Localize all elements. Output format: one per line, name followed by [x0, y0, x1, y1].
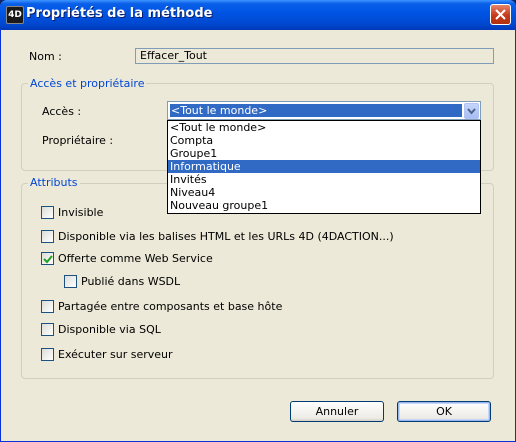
name-field: Effacer_Tout: [135, 48, 494, 64]
checkmark-icon: [43, 255, 53, 264]
attributes-group-title: Attributs: [28, 176, 80, 189]
dropdown-option-highlighted[interactable]: Informatique: [168, 160, 480, 173]
web-service-label[interactable]: Offerte comme Web Service: [58, 252, 213, 265]
html-urls-label[interactable]: Disponible via les balises HTML et les U…: [58, 230, 394, 243]
title-bar[interactable]: 4D Propriétés de la méthode: [0, 0, 516, 30]
access-dropdown-list: <Tout le monde> Compta Groupe1 Informati…: [167, 120, 481, 214]
owner-label: Propriétaire :: [42, 134, 114, 147]
name-label: Nom :: [29, 50, 62, 63]
wsdl-label[interactable]: Publié dans WSDL: [81, 275, 180, 288]
dropdown-option[interactable]: <Tout le monde>: [168, 121, 480, 134]
dialog-body: Nom : Effacer_Tout Accès et propriétaire…: [4, 30, 512, 438]
html-urls-checkbox[interactable]: [41, 230, 54, 243]
dropdown-option[interactable]: Compta: [168, 134, 480, 147]
web-service-checkbox[interactable]: [41, 252, 54, 265]
ok-button[interactable]: OK: [397, 401, 491, 422]
access-label: Accès :: [42, 105, 82, 118]
close-button[interactable]: [490, 4, 511, 25]
dialog-window: 4D Propriétés de la méthode Nom : Efface…: [0, 0, 516, 442]
close-icon: [495, 9, 506, 20]
chevron-down-icon: [467, 108, 476, 115]
wsdl-checkbox[interactable]: [64, 275, 77, 288]
access-dropdown-button[interactable]: [464, 103, 479, 119]
sql-checkbox[interactable]: [41, 323, 54, 336]
access-selected-value: <Tout le monde>: [170, 104, 462, 117]
shared-label[interactable]: Partagée entre composants et base hôte: [58, 300, 282, 313]
window-title: Propriétés de la méthode: [26, 6, 213, 21]
sql-label[interactable]: Disponible via SQL: [58, 323, 161, 336]
4d-app-icon: 4D: [6, 6, 24, 24]
dropdown-option[interactable]: Invités: [168, 173, 480, 186]
server-label[interactable]: Exécuter sur serveur: [58, 348, 173, 361]
cancel-button[interactable]: Annuler: [290, 401, 384, 422]
dropdown-option[interactable]: Niveau4: [168, 186, 480, 199]
dropdown-option[interactable]: Nouveau groupe1: [168, 199, 480, 212]
access-combo[interactable]: <Tout le monde>: [167, 101, 481, 120]
invisible-checkbox[interactable]: [41, 206, 54, 219]
access-group-title: Accès et propriétaire: [28, 77, 147, 90]
dropdown-option[interactable]: Groupe1: [168, 147, 480, 160]
invisible-label[interactable]: Invisible: [58, 206, 103, 219]
shared-checkbox[interactable]: [41, 300, 54, 313]
server-checkbox[interactable]: [41, 348, 54, 361]
